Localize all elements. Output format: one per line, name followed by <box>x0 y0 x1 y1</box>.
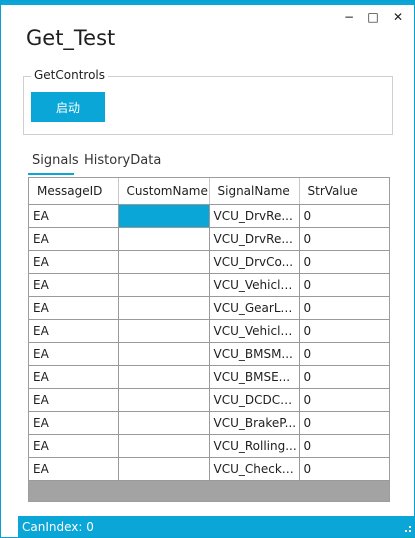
minimize-button[interactable]: − <box>338 7 360 27</box>
table-row[interactable]: EA VCU_DCDCE... 0 <box>29 388 389 412</box>
resize-grip-icon[interactable] <box>400 516 414 537</box>
cell-custom-name[interactable] <box>118 365 210 389</box>
signals-grid[interactable]: MessageID CustomName SignalName StrValue… <box>28 177 390 502</box>
cell-message-id[interactable]: EA <box>29 365 119 389</box>
cell-message-id[interactable]: EA <box>29 388 119 412</box>
column-header-signal-name[interactable]: SignalName <box>209 178 300 205</box>
cell-signal-name[interactable]: VCU_DrvCo... <box>209 250 300 274</box>
column-header-str-value[interactable]: StrValue <box>299 178 389 205</box>
cell-str-value[interactable]: 0 <box>299 388 389 412</box>
cell-signal-name[interactable]: VCU_Rolling... <box>209 434 300 458</box>
table-row[interactable]: EA VCU_BMSM... 0 <box>29 342 389 366</box>
window-title: Get_Test <box>26 26 116 50</box>
table-row[interactable]: EA VCU_Vehicle... 0 <box>29 319 389 343</box>
cell-message-id[interactable]: EA <box>29 227 119 251</box>
cell-str-value[interactable]: 0 <box>299 342 389 366</box>
table-row[interactable]: EA VCU_DrvRe... 0 <box>29 204 389 228</box>
cell-message-id[interactable]: EA <box>29 204 119 228</box>
column-header-message-id[interactable]: MessageID <box>29 178 119 205</box>
cell-custom-name[interactable] <box>118 227 210 251</box>
table-row[interactable]: EA VCU_Rolling... 0 <box>29 434 389 458</box>
cell-signal-name[interactable]: VCU_BrakeP... <box>209 411 300 435</box>
cell-str-value[interactable]: 0 <box>299 250 389 274</box>
cell-message-id[interactable]: EA <box>29 296 119 320</box>
cell-signal-name[interactable]: VCU_BMSE... <box>209 365 300 389</box>
cell-str-value[interactable]: 0 <box>299 319 389 343</box>
table-row[interactable]: EA VCU_CheckS... 0 <box>29 457 389 481</box>
cell-message-id[interactable]: EA <box>29 342 119 366</box>
cell-custom-name[interactable] <box>118 342 210 366</box>
cell-str-value[interactable]: 0 <box>299 227 389 251</box>
cell-str-value[interactable]: 0 <box>299 434 389 458</box>
cell-custom-name[interactable] <box>118 319 210 343</box>
table-row[interactable]: EA VCU_DrvCo... 0 <box>29 250 389 274</box>
cell-str-value[interactable]: 0 <box>299 457 389 481</box>
cell-custom-name[interactable] <box>118 411 210 435</box>
cell-str-value[interactable]: 0 <box>299 273 389 297</box>
status-bar: CanIndex: 0 <box>18 516 400 537</box>
cell-message-id[interactable]: EA <box>29 434 119 458</box>
cell-message-id[interactable]: EA <box>29 319 119 343</box>
cell-signal-name[interactable]: VCU_DrvRe... <box>209 227 300 251</box>
cell-message-id[interactable]: EA <box>29 250 119 274</box>
cell-custom-name[interactable] <box>118 434 210 458</box>
cell-signal-name[interactable]: VCU_Vehicle... <box>209 273 300 297</box>
tab-signals[interactable]: Signals <box>32 153 79 168</box>
app-window: − □ ✕ Get_Test GetControls 启动 Signals Hi… <box>0 0 415 538</box>
table-row[interactable]: EA VCU_BMSE... 0 <box>29 365 389 389</box>
cell-signal-name[interactable]: VCU_BMSM... <box>209 342 300 366</box>
maximize-button[interactable]: □ <box>362 7 384 27</box>
column-header-custom-name[interactable]: CustomName <box>118 178 210 205</box>
cell-message-id[interactable]: EA <box>29 457 119 481</box>
start-button[interactable]: 启动 <box>31 92 105 122</box>
cell-signal-name[interactable]: VCU_DrvRe... <box>209 204 300 228</box>
close-button[interactable]: ✕ <box>387 7 409 27</box>
cell-custom-name[interactable] <box>118 388 210 412</box>
cell-custom-name[interactable] <box>118 457 210 481</box>
cell-signal-name[interactable]: VCU_DCDCE... <box>209 388 300 412</box>
cell-signal-name[interactable]: VCU_Vehicle... <box>209 319 300 343</box>
table-row[interactable]: EA VCU_DrvRe... 0 <box>29 227 389 251</box>
groupbox-label: GetControls <box>31 68 109 82</box>
cell-str-value[interactable]: 0 <box>299 365 389 389</box>
selected-tab-indicator <box>28 173 74 175</box>
cell-custom-name[interactable] <box>118 250 210 274</box>
cell-str-value[interactable]: 0 <box>299 204 389 228</box>
cell-message-id[interactable]: EA <box>29 411 119 435</box>
grid-header-row: MessageID CustomName SignalName StrValue <box>29 178 389 205</box>
cell-str-value[interactable]: 0 <box>299 296 389 320</box>
cell-custom-name[interactable] <box>118 296 210 320</box>
table-row[interactable]: EA VCU_GearLe... 0 <box>29 296 389 320</box>
tab-history-data[interactable]: HistoryData <box>84 153 161 168</box>
window-accent-bar <box>1 1 414 5</box>
table-row[interactable]: EA VCU_BrakeP... 0 <box>29 411 389 435</box>
cell-signal-name[interactable]: VCU_CheckS... <box>209 457 300 481</box>
cell-custom-name[interactable] <box>118 204 210 228</box>
cell-str-value[interactable]: 0 <box>299 411 389 435</box>
cell-custom-name[interactable] <box>118 273 210 297</box>
can-index-status: CanIndex: 0 <box>22 520 94 534</box>
cell-signal-name[interactable]: VCU_GearLe... <box>209 296 300 320</box>
cell-message-id[interactable]: EA <box>29 273 119 297</box>
table-row[interactable]: EA VCU_Vehicle... 0 <box>29 273 389 297</box>
